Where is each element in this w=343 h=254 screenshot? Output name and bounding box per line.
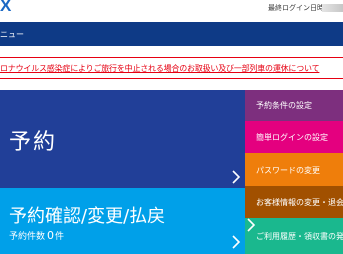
covid-notice-link[interactable]: ロナウイルス感染症によりご旅行を中止される場合のお取扱い及び一部列車の運休につい… (0, 63, 320, 74)
side-menu-label: 簡単ログインの設定 (256, 133, 328, 142)
menu-button[interactable]: ニュー (0, 29, 24, 40)
chevron-right-icon (232, 235, 241, 249)
reserve-tile[interactable]: 予約 (0, 90, 245, 188)
reservation-count-value: 0 (47, 229, 55, 242)
reservation-confirm-title: 予約確認/変更/払戻 (9, 206, 166, 227)
chevron-right-icon (232, 170, 241, 184)
side-menu-password-change[interactable]: パスワードの変更 (245, 153, 343, 186)
side-menu-booking-conditions[interactable]: 予約条件の設定 (245, 90, 343, 121)
side-menu-label: お客様情報の変更・退会 (256, 198, 343, 207)
last-login-label: 最終ログイン日時 (268, 4, 324, 12)
side-menu-label: ご利用履歴・領収書の発 (256, 232, 343, 241)
reservation-count-unit: 件 (55, 232, 65, 242)
side-menu-easy-login[interactable]: 簡単ログインの設定 (245, 121, 343, 153)
top-header: X 最終ログイン日時 (0, 0, 343, 22)
last-login-value (322, 4, 343, 12)
side-menu-customer-info[interactable]: お客様情報の変更・退会 (245, 186, 343, 218)
notice-banner: ロナウイルス感染症によりご旅行を中止される場合のお取扱い及び一部列車の運休につい… (0, 57, 343, 79)
reserve-title: 予約 (9, 130, 58, 155)
global-menu-bar: ニュー (0, 22, 343, 46)
side-menu-usage-history[interactable]: ご利用履歴・領収書の発 (245, 218, 343, 254)
side-menu-label: 予約条件の設定 (256, 101, 312, 110)
site-logo[interactable]: X (0, 0, 11, 16)
reservation-confirm-tile[interactable]: 予約確認/変更/払戻 予約件数 0件 (0, 188, 245, 254)
side-menu-label: パスワードの変更 (256, 166, 320, 175)
reservation-count: 予約件数 0件 (9, 229, 64, 242)
reservation-count-label: 予約件数 (9, 232, 46, 242)
